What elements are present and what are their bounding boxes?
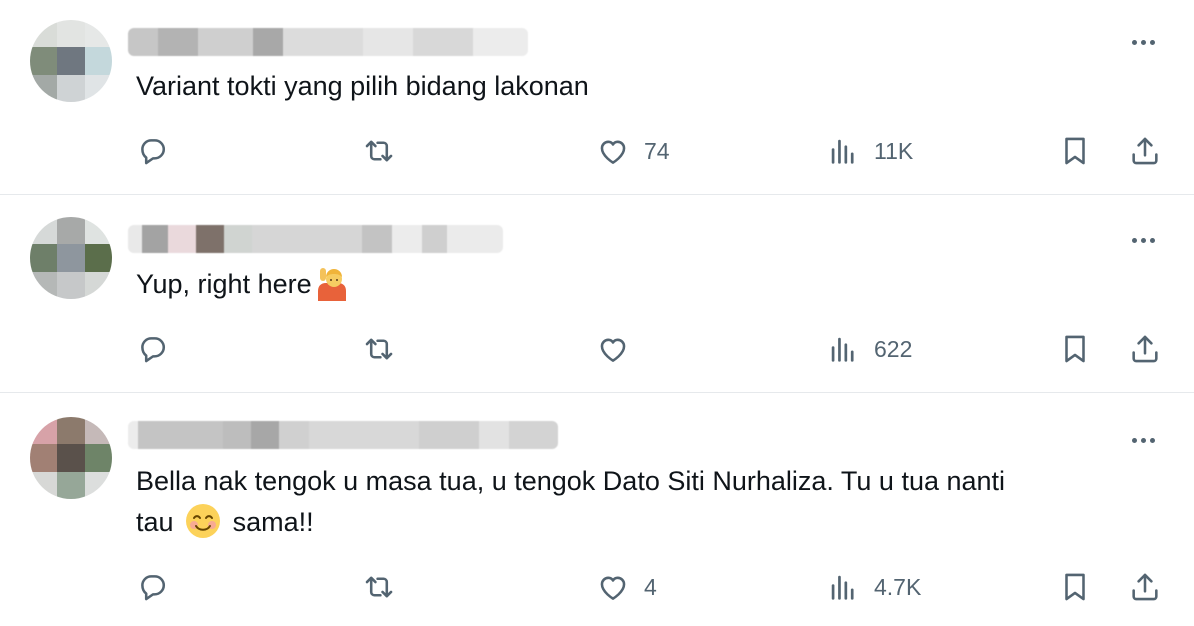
author-name-blurred[interactable] — [128, 28, 528, 56]
views-button[interactable]: 622 — [826, 329, 912, 369]
reply-icon — [141, 139, 166, 165]
like-count: 74 — [644, 137, 670, 164]
like-icon — [600, 576, 626, 600]
like-count: 4 — [644, 573, 657, 600]
repost-icon — [365, 576, 393, 598]
views-icon — [831, 575, 854, 600]
share-icon — [1132, 137, 1158, 165]
bookmark-icon — [1065, 137, 1085, 165]
views-count: 4.7K — [874, 573, 922, 600]
action-bar: 4 4.7K — [0, 567, 1194, 607]
author-name-blurred[interactable] — [128, 225, 503, 253]
like-icon — [600, 140, 626, 164]
like-icon — [600, 338, 626, 362]
reply-card[interactable]: Yup, right here 622 — [0, 195, 1194, 393]
reply-icon — [141, 337, 166, 363]
reply-text: Yup, right here — [136, 264, 1136, 305]
more-options-button[interactable] — [1126, 430, 1160, 450]
share-icon — [1132, 573, 1158, 601]
views-icon — [831, 337, 854, 362]
repost-button[interactable] — [362, 329, 396, 369]
more-options-button[interactable] — [1126, 32, 1160, 52]
smiling-face-icon — [186, 504, 221, 538]
like-button[interactable]: 4 — [596, 567, 657, 607]
views-icon — [831, 139, 854, 164]
person-raising-hand-icon — [317, 268, 346, 301]
bookmark-icon — [1065, 573, 1085, 601]
bookmark-button[interactable] — [1058, 131, 1092, 171]
views-count: 622 — [874, 335, 913, 362]
bookmark-icon — [1065, 335, 1085, 363]
reply-icon — [141, 575, 166, 601]
avatar[interactable] — [30, 417, 112, 499]
reply-card[interactable]: Variant tokti yang pilih bidang lakonan … — [0, 0, 1194, 195]
action-bar: 622 — [0, 329, 1194, 369]
share-button[interactable] — [1128, 131, 1162, 171]
avatar[interactable] — [30, 217, 112, 299]
views-button[interactable]: 11K — [826, 131, 913, 171]
reply-button[interactable] — [136, 329, 170, 369]
repost-button[interactable] — [362, 567, 396, 607]
share-button[interactable] — [1128, 567, 1162, 607]
views-button[interactable]: 4.7K — [826, 567, 921, 607]
repost-icon — [365, 338, 393, 360]
reply-text: Bella nak tengok u masa tua, u tengok Da… — [136, 466, 1006, 538]
bookmark-button[interactable] — [1058, 329, 1092, 369]
like-button[interactable] — [596, 329, 630, 369]
reply-button[interactable] — [136, 567, 170, 607]
views-count: 11K — [874, 137, 914, 164]
reply-button[interactable] — [136, 131, 170, 171]
share-icon — [1132, 335, 1158, 363]
action-bar: 74 11K — [0, 131, 1194, 171]
reply-card[interactable]: Bella nak tengok u masa tua, u tengok Da… — [0, 393, 1194, 626]
bookmark-button[interactable] — [1058, 567, 1092, 607]
like-button[interactable]: 74 — [596, 131, 670, 171]
repost-button[interactable] — [362, 131, 396, 171]
reply-text: Variant tokti yang pilih bidang lakonan — [136, 71, 589, 101]
author-name-blurred[interactable] — [128, 421, 558, 449]
more-options-button[interactable] — [1126, 230, 1160, 250]
share-button[interactable] — [1128, 329, 1162, 369]
repost-icon — [365, 140, 393, 162]
avatar[interactable] — [30, 20, 112, 102]
